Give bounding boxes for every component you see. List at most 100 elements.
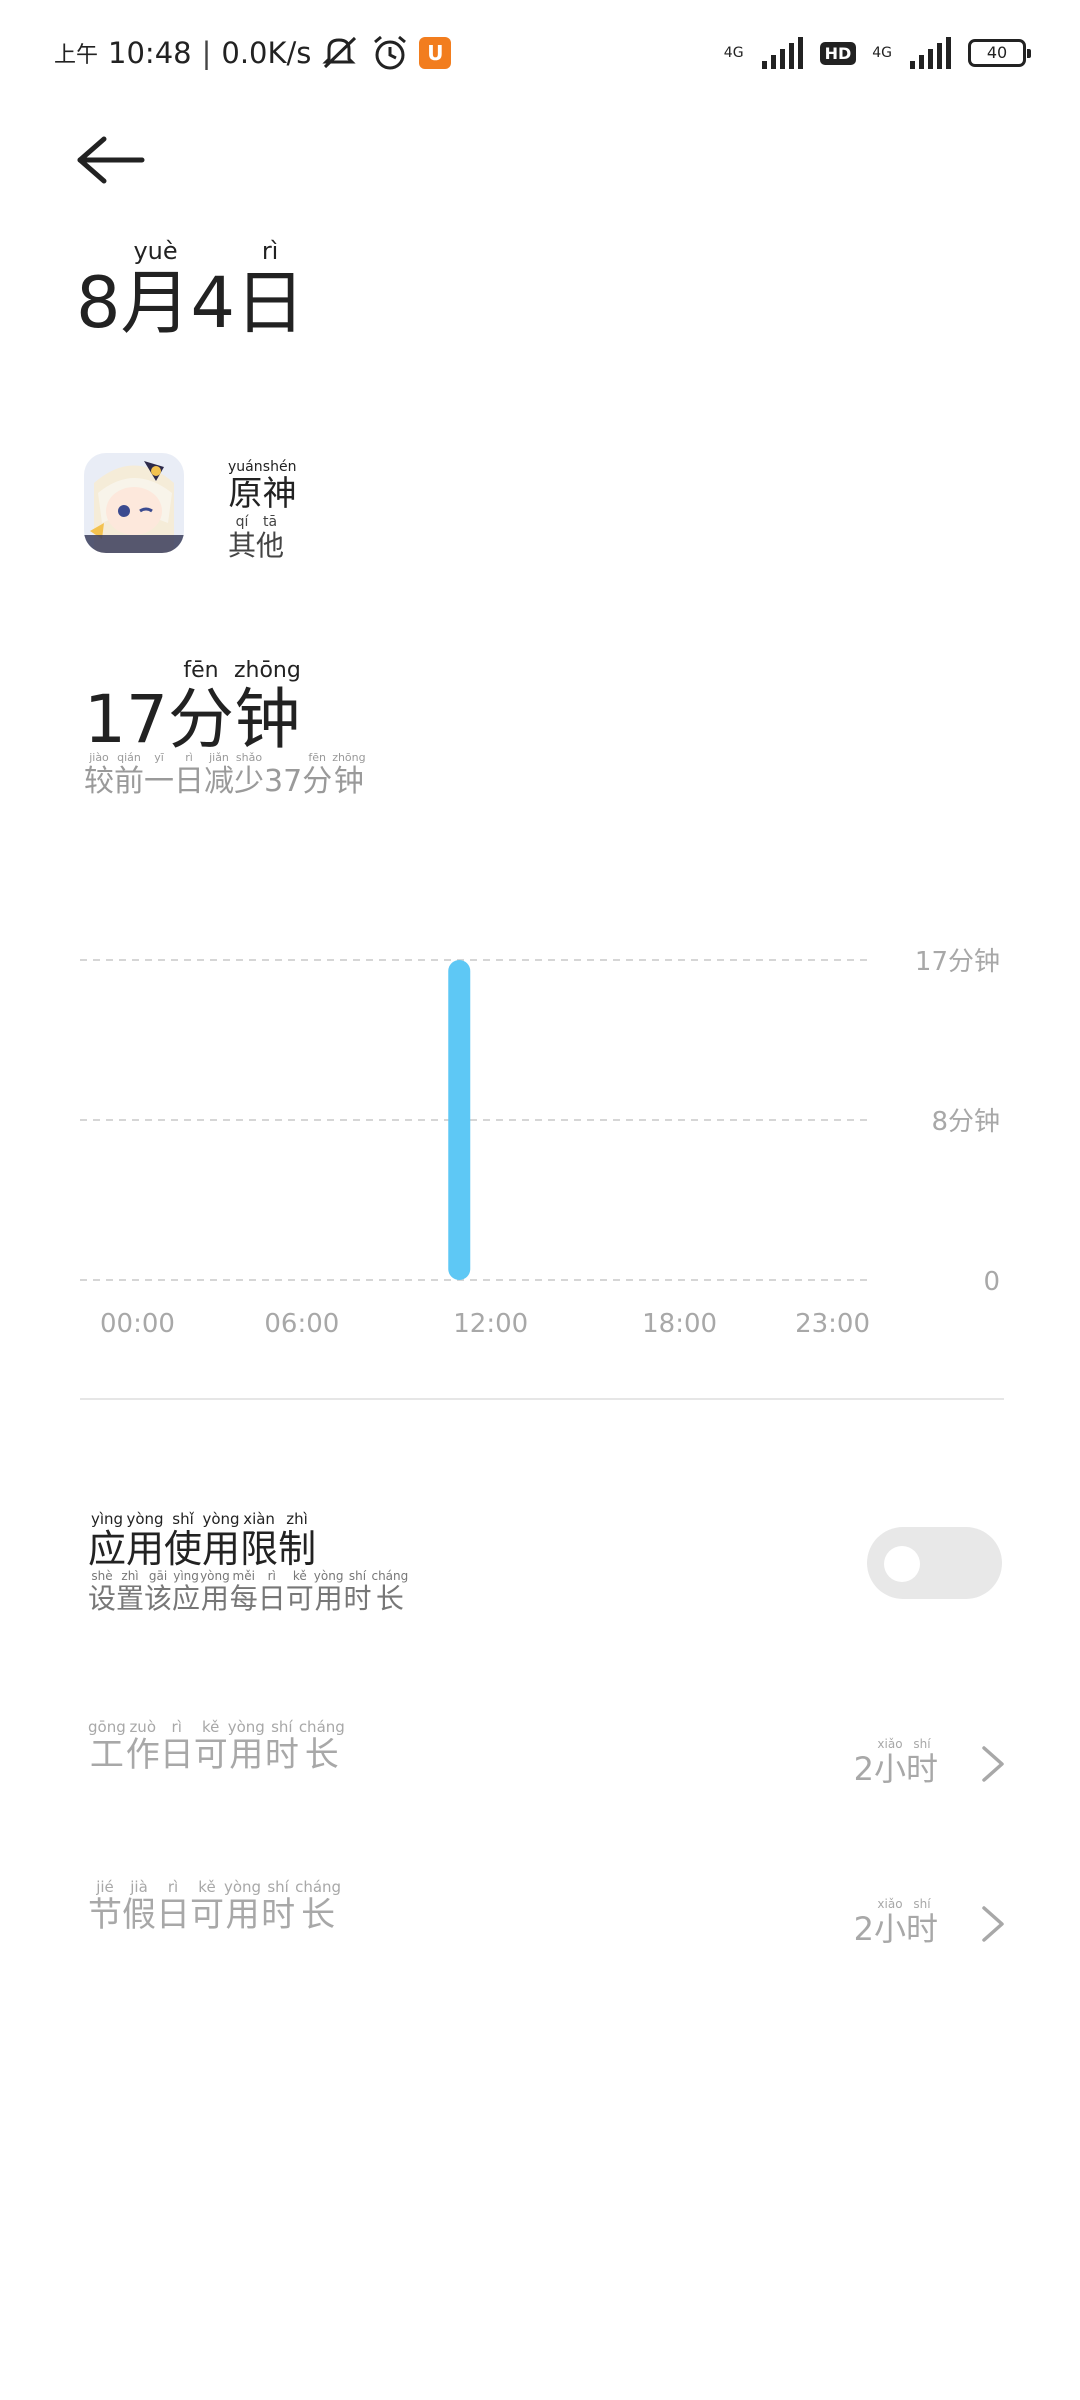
limit-subtitle-char: 用yòng	[200, 1569, 230, 1615]
y-tick-label: 17分钟	[915, 947, 1000, 977]
app-name-char: 神shén	[262, 459, 297, 514]
app-category-char: 其qí	[228, 514, 257, 562]
holiday-unit-char: 时shí	[905, 1897, 938, 1948]
page-title-date: 8月yuè4日rì	[76, 237, 306, 348]
compare-char: 钟zhōng	[332, 751, 366, 799]
usage-bar-chart: 17分钟 8分钟 0 00:00 06:00 12:00 18:00 23:00	[80, 947, 1000, 1339]
alarm-icon	[374, 35, 407, 70]
app-category-char: 他tā	[256, 514, 285, 562]
usage-bar	[448, 960, 471, 1280]
battery-level: 40	[986, 43, 1008, 62]
chevron-right-icon	[982, 1746, 1004, 1782]
y-tick-label: 8分钟	[931, 1107, 1000, 1137]
app-category: 其qí他tā	[228, 514, 285, 564]
compare-text: 37	[264, 764, 303, 799]
date-day-unit: 日rì	[235, 237, 306, 344]
limit-toggle[interactable]	[867, 1527, 1002, 1599]
usage-compare-text: 较jiào前qián一yī日rì减jiǎn少shǎo37分fēn钟zhōng	[84, 751, 366, 800]
workday-label-char: 日rì	[159, 1718, 194, 1775]
signal-icon-2	[910, 37, 951, 69]
workday-label-char: 可kě	[193, 1718, 228, 1775]
limit-subtitle-char: 该gāi	[144, 1569, 173, 1615]
mute-icon	[322, 36, 357, 69]
x-tick-label: 12:00	[453, 1309, 528, 1339]
limit-title-char: 限xiàn	[240, 1510, 279, 1571]
workday-label-char: 时shí	[264, 1718, 299, 1775]
compare-char: 日rì	[174, 751, 204, 799]
network-type-1: 4G	[723, 45, 744, 61]
workday-unit-char: 时shí	[905, 1737, 938, 1788]
holiday-limit-value: 2小xiǎo时shí	[853, 1897, 938, 1948]
usage-unit-char: 分fēn	[167, 658, 234, 758]
back-arrow-icon[interactable]	[76, 135, 146, 185]
limit-subtitle-char: 置zhì	[116, 1569, 145, 1615]
compare-char: 分fēn	[302, 751, 333, 799]
signal-icon-1	[761, 37, 803, 69]
limit-title-char: 用yòng	[126, 1510, 165, 1571]
x-tick-label: 00:00	[100, 1309, 175, 1339]
chevron-right-icon	[982, 1906, 1004, 1942]
workday-label-char: 工gōng	[88, 1718, 126, 1775]
toggle-knob	[884, 1546, 920, 1582]
status-divider: |	[201, 36, 212, 70]
workday-limit-value: 2小xiǎo时shí	[853, 1737, 938, 1788]
battery-icon: 40	[968, 39, 1031, 67]
holiday-label-char: 长cháng	[295, 1878, 342, 1935]
y-tick-label: 0	[983, 1267, 1000, 1297]
usage-total-unit: 分fēn钟zhōng	[167, 658, 301, 758]
app-name: 原yuán神shén	[228, 459, 297, 515]
time-prefix: 上午	[54, 43, 99, 68]
limit-subtitle-char: 日rì	[257, 1569, 286, 1615]
workday-limit-row[interactable]: 工gōng作zuò日rì可kě用yòng时shí长cháng 2小xiǎo时sh…	[88, 1718, 1008, 1800]
limit-title-char: 用yòng	[202, 1510, 241, 1571]
limit-title-char: 使shǐ	[164, 1510, 203, 1571]
limit-subtitle-char: 时shí	[343, 1569, 372, 1615]
workday-limit-label: 工gōng作zuò日rì可kě用yòng时shí长cháng	[88, 1718, 345, 1776]
limit-title: 应yìng用yòng使shǐ用yòng限xiàn制zhì	[88, 1510, 317, 1573]
holiday-unit-char: 小xiǎo	[873, 1897, 906, 1948]
limit-title-char: 应yìng	[88, 1510, 127, 1571]
limit-subtitle-char: 可kě	[285, 1569, 314, 1615]
hd-icon: HD	[819, 41, 857, 65]
holiday-label-char: 假jià	[122, 1878, 156, 1935]
compare-char: 少shǎo	[234, 751, 264, 799]
holiday-limit-label: 节jié假jià日rì可kě用yòng时shí长cháng	[88, 1878, 342, 1936]
date-day: 4	[190, 262, 236, 344]
limit-subtitle-char: 用yòng	[313, 1569, 344, 1615]
holiday-label-char: 时shí	[261, 1878, 296, 1935]
clock: 10:48	[108, 36, 192, 70]
compare-char: 减jiǎn	[204, 751, 234, 799]
x-tick-label: 18:00	[642, 1309, 717, 1339]
status-bar: 上午 10:48 | 0.0K/s U 4G HD 4G 40	[54, 28, 1031, 78]
workday-label-char: 用yòng	[227, 1718, 265, 1775]
holiday-label-char: 可kě	[190, 1878, 224, 1935]
limit-subtitle-char: 长cháng	[371, 1569, 409, 1615]
workday-unit-char: 小xiǎo	[873, 1737, 906, 1788]
compare-char: 前qián	[114, 751, 144, 799]
limit-subtitle-char: 设shè	[88, 1569, 117, 1615]
compare-char: 一yī	[144, 751, 174, 799]
holiday-label-char: 用yòng	[224, 1878, 262, 1935]
limit-subtitle: 设shè置zhì该gāi应yìng用yòng每měi日rì可kě用yòng时sh…	[88, 1569, 409, 1617]
section-divider	[80, 1398, 1004, 1400]
uc-browser-icon: U	[419, 37, 452, 69]
x-tick-label: 23:00	[795, 1309, 870, 1339]
usage-total: 17分fēn钟zhōng	[84, 658, 301, 762]
date-month-unit: 月yuè	[120, 237, 191, 344]
workday-label-char: 作zuò	[125, 1718, 160, 1775]
workday-label-char: 长cháng	[298, 1718, 345, 1775]
date-month: 8	[76, 262, 121, 344]
usage-total-value: 17	[84, 681, 168, 758]
compare-char: 较jiào	[84, 751, 114, 799]
network-type-2: 4G	[872, 45, 892, 61]
limit-subtitle-char: 每měi	[229, 1569, 258, 1615]
usage-unit-char: 钟zhōng	[233, 658, 301, 758]
net-speed: 0.0K/s	[221, 36, 312, 70]
limit-title-char: 制zhì	[278, 1510, 317, 1571]
genshin-impact-app-icon	[84, 453, 184, 553]
limit-subtitle-char: 应yìng	[172, 1569, 201, 1615]
x-tick-label: 06:00	[264, 1309, 339, 1339]
holiday-limit-row[interactable]: 节jié假jià日rì可kě用yòng时shí长cháng 2小xiǎo时shí	[88, 1878, 1008, 1960]
holiday-label-char: 节jié	[88, 1878, 122, 1935]
holiday-label-char: 日rì	[156, 1878, 190, 1935]
